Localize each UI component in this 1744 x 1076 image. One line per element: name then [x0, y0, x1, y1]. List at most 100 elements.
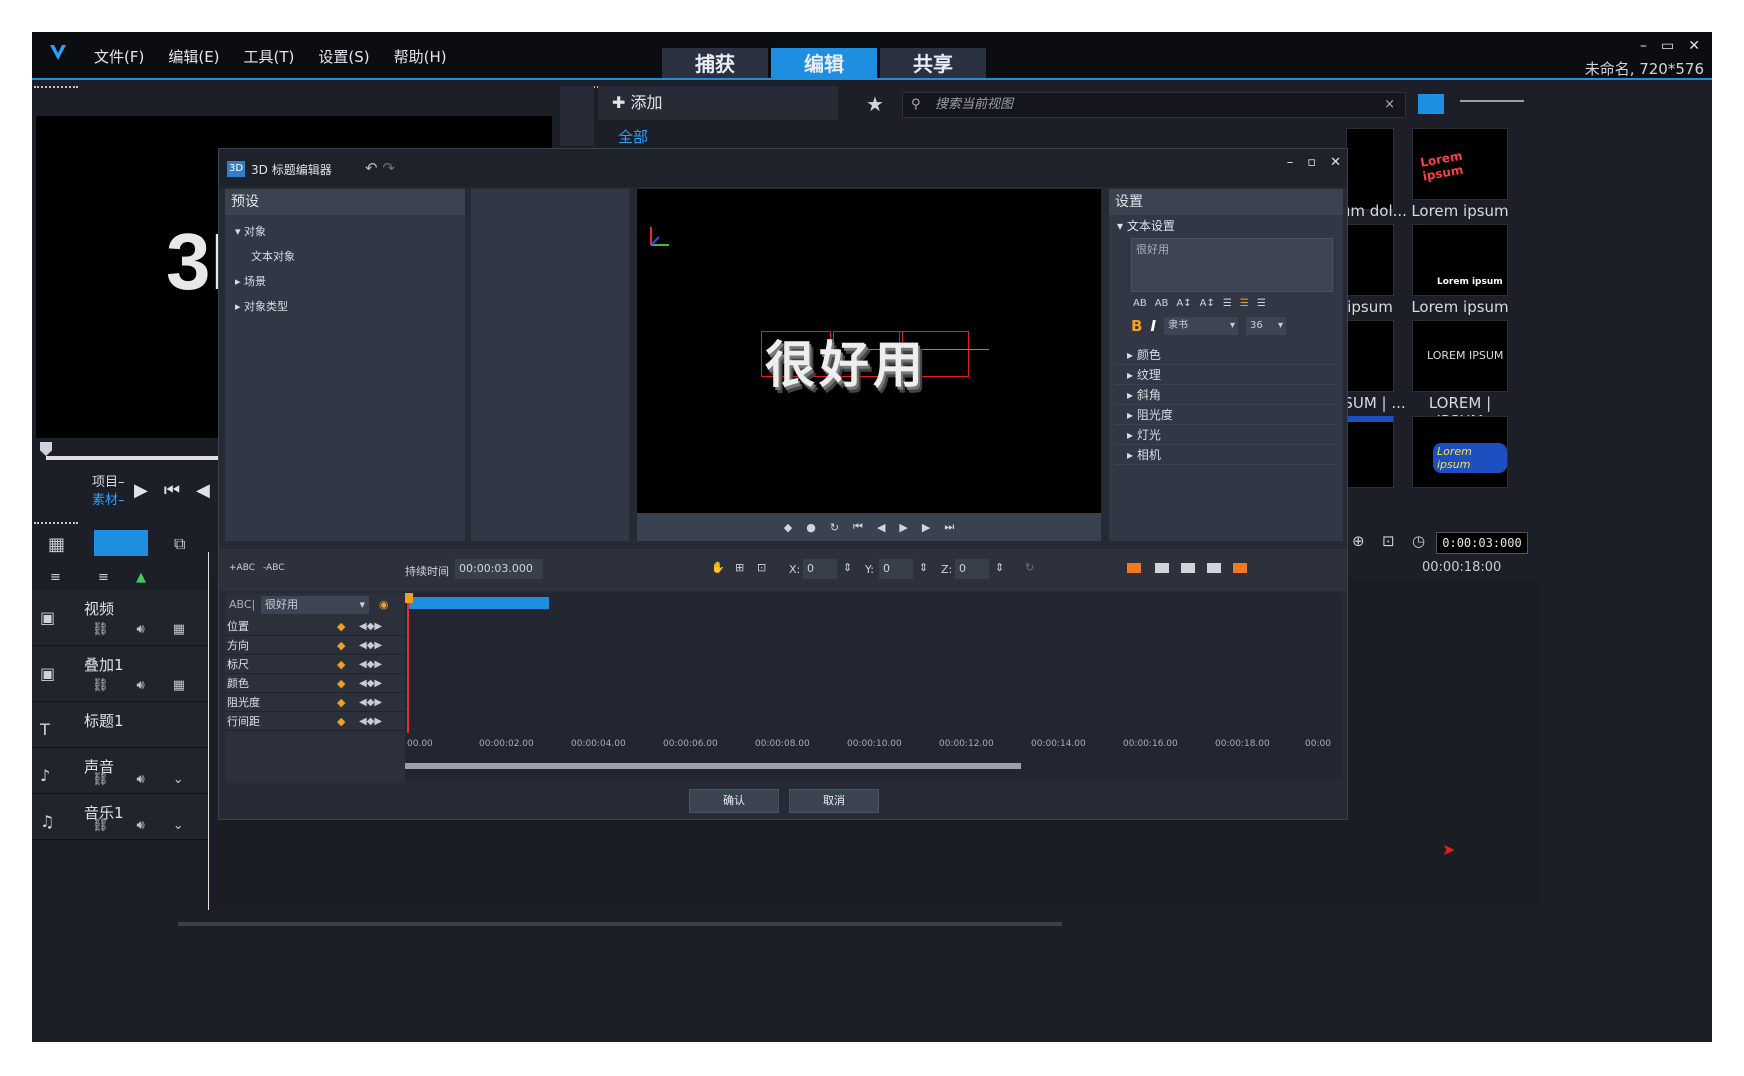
- align-right-icon[interactable]: ☰: [1257, 298, 1266, 309]
- text-settings-heading[interactable]: ▾ 文本设置: [1109, 215, 1343, 234]
- tree-item-object-type[interactable]: ▸ 对象类型: [235, 294, 465, 319]
- play-icon[interactable]: ▶: [899, 521, 907, 534]
- volume-icon[interactable]: 🔊︎: [137, 678, 145, 693]
- end-icon[interactable]: ⏭: [944, 520, 954, 534]
- keyframe-nav-icon[interactable]: ◀◆▶: [359, 712, 382, 731]
- thumbnail[interactable]: [1346, 416, 1394, 488]
- preset-box-icon[interactable]: [1127, 563, 1141, 573]
- setting-bevel[interactable]: ▸ 斜角: [1115, 385, 1337, 405]
- restore-button[interactable]: ▭: [1661, 38, 1674, 54]
- thumbnail[interactable]: [1346, 224, 1394, 296]
- keyframe-diamond-icon[interactable]: ◆: [337, 712, 345, 731]
- link-icon[interactable]: ⛓: [92, 678, 109, 693]
- timecode-display[interactable]: 0:00:03:000: [1436, 532, 1528, 554]
- kf-row-opacity[interactable]: 阻光度 ◆ ◀◆▶: [225, 693, 405, 712]
- char-spacing-icon[interactable]: AB: [1155, 298, 1169, 309]
- thumbnail[interactable]: LOREM IPSUM: [1412, 320, 1508, 392]
- scrub-bar[interactable]: [46, 456, 222, 460]
- y-stepper-icon[interactable]: ⇕: [919, 561, 928, 574]
- kf-row-color[interactable]: 颜色 ◆ ◀◆▶: [225, 674, 405, 693]
- keyframe-nav-icon[interactable]: ◀◆▶: [359, 674, 382, 693]
- tree-item-text-object[interactable]: 文本对象: [235, 244, 465, 269]
- add-text-button[interactable]: +ABC: [229, 563, 255, 573]
- x-stepper-icon[interactable]: ⇕: [843, 561, 852, 574]
- favorite-star-icon[interactable]: ★: [866, 92, 884, 116]
- tree-item-object[interactable]: ▾ 对象: [235, 219, 465, 244]
- thumbnail[interactable]: [1346, 128, 1394, 210]
- eye-icon[interactable]: ◉: [379, 593, 389, 617]
- preset-box-icon[interactable]: [1181, 563, 1195, 573]
- track-music[interactable]: ♫ 音乐1 ⛓ 🔊︎ ⌄: [32, 794, 208, 840]
- view-toggle-icon[interactable]: [1418, 94, 1444, 114]
- grid-icon[interactable]: ▦: [173, 622, 185, 637]
- step-back-icon[interactable]: ◀: [877, 521, 885, 534]
- chevron-down-icon[interactable]: ⌄: [173, 818, 184, 833]
- menu-settings[interactable]: 设置(S): [318, 46, 369, 67]
- x-input[interactable]: 0: [803, 559, 837, 579]
- prev-frame-icon[interactable]: ◀: [196, 480, 210, 501]
- ok-button[interactable]: 确认: [689, 789, 779, 813]
- link-icon[interactable]: ⛓: [92, 818, 109, 833]
- light-icon[interactable]: ◆: [784, 521, 792, 534]
- sphere-icon[interactable]: ●: [806, 521, 816, 534]
- kf-scrollbar[interactable]: [405, 763, 1021, 769]
- bold-button[interactable]: B: [1131, 317, 1142, 335]
- volume-icon[interactable]: 🔊︎: [137, 772, 145, 787]
- kf-row-line-spacing[interactable]: 行间距 ◆ ◀◆▶: [225, 712, 405, 731]
- keyframe-diamond-icon[interactable]: ◆: [337, 655, 345, 674]
- timeline-scroll[interactable]: [178, 922, 1062, 926]
- tab-capture[interactable]: 捕获: [662, 48, 768, 80]
- kf-row-position[interactable]: 位置 ◆ ◀◆▶: [225, 617, 405, 636]
- track-title[interactable]: T 标题1: [32, 702, 208, 748]
- start-icon[interactable]: ⏮: [853, 520, 863, 534]
- search-input[interactable]: ⚲ 搜索当前视图 ×: [902, 92, 1406, 118]
- dialog-close-button[interactable]: ✕: [1330, 155, 1341, 170]
- close-button[interactable]: ✕: [1688, 38, 1700, 54]
- preset-box-icon[interactable]: [1207, 563, 1221, 573]
- menu-file[interactable]: 文件(F): [94, 46, 144, 67]
- loop-icon[interactable]: ↻: [830, 521, 839, 534]
- minimize-button[interactable]: –: [1640, 38, 1647, 54]
- fit-icon[interactable]: ⊡: [1382, 532, 1395, 550]
- track-voice[interactable]: ♪ 声音 ⛓ 🔊︎ ⌄: [32, 748, 208, 794]
- thumbnail[interactable]: [1346, 320, 1394, 392]
- clock-icon[interactable]: ◷: [1412, 532, 1425, 550]
- keyframe-nav-icon[interactable]: ◀◆▶: [359, 655, 382, 674]
- storyboard-view-icon[interactable]: ▦: [48, 534, 65, 555]
- dialog-minimize-button[interactable]: –: [1287, 155, 1294, 170]
- project-clip-toggle[interactable]: 项目– 素材–: [92, 474, 125, 510]
- clip-label[interactable]: 素材–: [92, 492, 125, 510]
- align-left-icon[interactable]: ☰: [1223, 298, 1232, 309]
- kf-playhead-handle[interactable]: [405, 593, 413, 603]
- cancel-button[interactable]: 取消: [789, 789, 879, 813]
- italic-button[interactable]: I: [1150, 317, 1156, 335]
- kf-row-scale[interactable]: 标尺 ◆ ◀◆▶: [225, 655, 405, 674]
- track-overlay[interactable]: ▣ 叠加1 ⛓ 🔊︎ ▦: [32, 646, 208, 702]
- timeline-grip[interactable]: [34, 522, 78, 524]
- clear-search-icon[interactable]: ×: [1384, 93, 1395, 117]
- track-video[interactable]: ▣ 视频 ⛓ 🔊︎ ▦: [32, 590, 208, 646]
- undo-icon[interactable]: ↶ ↷: [365, 159, 395, 177]
- zoom-icon[interactable]: ⊕: [1352, 532, 1365, 550]
- volume-icon[interactable]: 🔊︎: [137, 622, 145, 637]
- keyframe-diamond-icon[interactable]: ◆: [337, 693, 345, 712]
- setting-color[interactable]: ▸ 颜色: [1115, 345, 1337, 365]
- keyframe-nav-icon[interactable]: ◀◆▶: [359, 617, 382, 636]
- 3d-viewport[interactable]: 很好用: [637, 189, 1101, 513]
- keyframe-diamond-icon[interactable]: ◆: [337, 674, 345, 693]
- hand-icon[interactable]: ✋: [711, 561, 725, 574]
- setting-light[interactable]: ▸ 灯光: [1115, 425, 1337, 445]
- setting-texture[interactable]: ▸ 纹理: [1115, 365, 1337, 385]
- dialog-maximize-button[interactable]: ▫: [1307, 155, 1316, 170]
- y-input[interactable]: 0: [879, 559, 913, 579]
- scrub-handle[interactable]: [40, 442, 52, 456]
- thumb-size-slider[interactable]: [1460, 100, 1524, 102]
- kf-playhead[interactable]: [407, 593, 409, 733]
- duration-bar[interactable]: [409, 597, 549, 609]
- line-spacing-icon[interactable]: A↕: [1200, 298, 1215, 309]
- preset-box-icon[interactable]: [1155, 563, 1169, 573]
- menu-edit[interactable]: 编辑(E): [168, 46, 219, 67]
- triangle-up-icon[interactable]: ▲: [136, 570, 146, 585]
- step-forward-icon[interactable]: ▶: [922, 521, 930, 534]
- library-folder-all[interactable]: 全部: [618, 126, 648, 147]
